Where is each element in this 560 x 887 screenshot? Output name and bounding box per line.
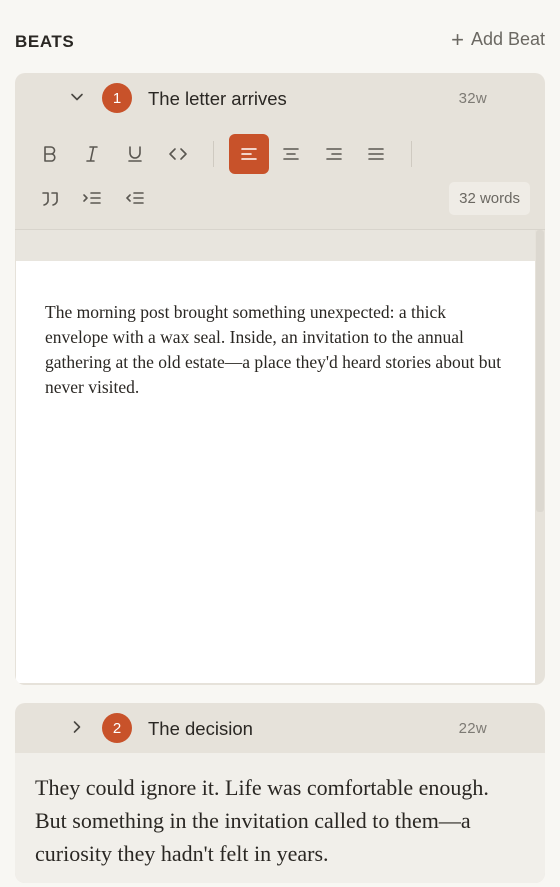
chevron-right-icon[interactable]: [69, 719, 85, 735]
add-beat-label: Add Beat: [470, 29, 545, 49]
beat-title: The letter arrives: [148, 88, 287, 109]
beat-number-badge: 2: [102, 713, 132, 743]
add-beat-button[interactable]: + Add Beat: [451, 26, 545, 52]
plus-icon: +: [451, 26, 464, 52]
section-title: BEATS: [15, 32, 75, 51]
align-left-icon: [241, 148, 257, 160]
beat-card-1: 1 The letter arrives 32w 32 words The mo…: [15, 73, 545, 685]
quote-icon: [42, 192, 58, 206]
code-button[interactable]: [158, 134, 198, 174]
beat-title: The decision: [148, 718, 253, 739]
underline-icon: [128, 146, 142, 162]
align-justify-icon: [368, 148, 384, 160]
indent-icon: [83, 192, 101, 204]
align-center-button[interactable]: [271, 134, 311, 174]
chevron-down-icon[interactable]: [69, 89, 85, 105]
underline-button[interactable]: [115, 134, 155, 174]
align-left-button[interactable]: [229, 134, 269, 174]
toolbar-separator: [213, 141, 214, 167]
align-justify-button[interactable]: [356, 134, 396, 174]
code-icon: [169, 148, 187, 160]
italic-button[interactable]: [72, 134, 112, 174]
beat-word-count: 22w: [458, 720, 487, 737]
toolbar-separator: [411, 141, 412, 167]
beat-text-preview[interactable]: They could ignore it. Life was comfortab…: [15, 753, 545, 883]
bold-button[interactable]: [30, 134, 70, 174]
italic-icon: [86, 146, 98, 162]
bold-icon: [44, 146, 56, 162]
outdent-button[interactable]: [115, 179, 155, 219]
editor-scrollbar[interactable]: [536, 230, 544, 512]
blockquote-button[interactable]: [30, 179, 70, 219]
editor-top-strip: [16, 230, 535, 261]
beat-card-2: 2 The decision 22w They could ignore it.…: [15, 703, 545, 883]
beats-header: BEATS + Add Beat: [15, 28, 545, 54]
beat-header-1[interactable]: 1 The letter arrives 32w: [15, 73, 545, 123]
word-count-badge: 32 words: [449, 182, 530, 215]
beat-header-2[interactable]: 2 The decision 22w: [15, 703, 545, 753]
beat-text-editor[interactable]: The morning post brought something unexp…: [16, 261, 535, 683]
align-right-button[interactable]: [314, 134, 354, 174]
indent-button[interactable]: [72, 179, 112, 219]
editor-content[interactable]: The morning post brought something unexp…: [45, 300, 507, 400]
align-right-icon: [326, 148, 342, 160]
beat-number-badge: 1: [102, 83, 132, 113]
beat-word-count: 32w: [458, 90, 487, 107]
outdent-icon: [126, 192, 144, 204]
align-center-icon: [283, 148, 299, 160]
